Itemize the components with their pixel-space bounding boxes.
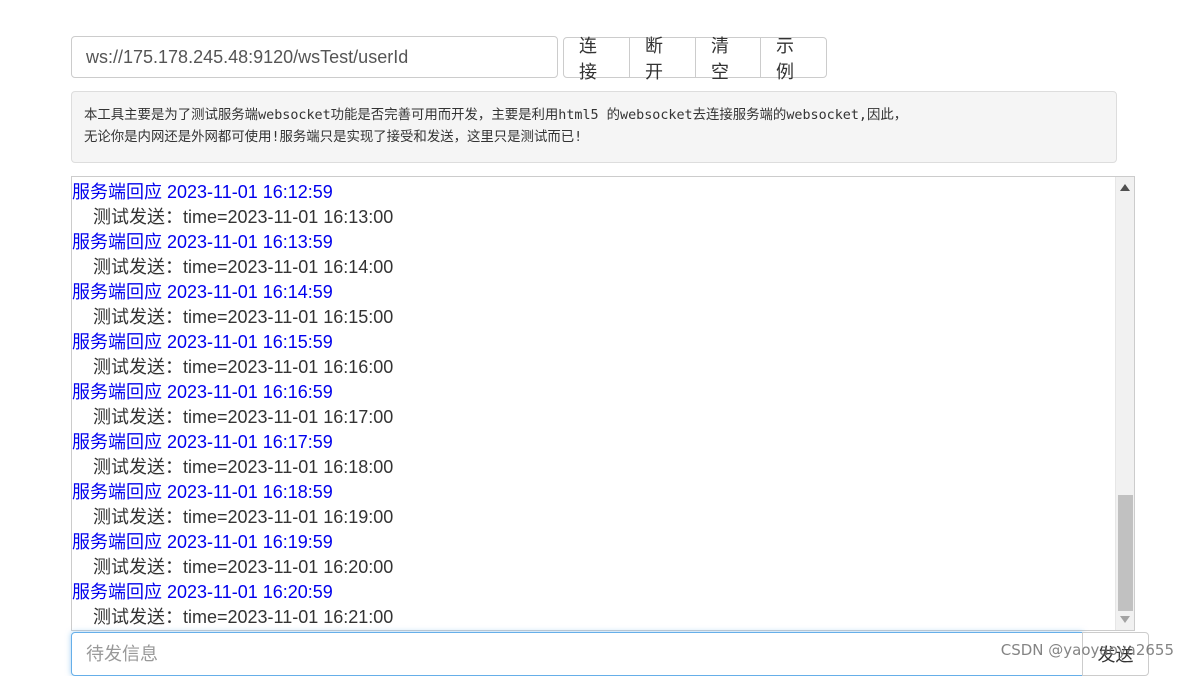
server-response-line: 服务端回应 2023-11-01 16:16:59 [72, 382, 333, 402]
csdn-watermark: CSDN @yaoyaoya2655 [1000, 641, 1174, 659]
example-button[interactable]: 示例 [760, 36, 827, 83]
sent-message-line: 测试发送：time=2023-11-01 16:14:00 [93, 257, 394, 277]
sent-message-line: 测试发送：time=2023-11-01 16:21:00 [93, 607, 394, 627]
server-response-line: 服务端回应 2023-11-01 16:17:59 [72, 432, 333, 452]
sent-message-line: 测试发送：time=2023-11-01 16:15:00 [93, 307, 394, 327]
connection-button-group: 连接 断开 清空 示例 [563, 36, 827, 83]
description-line-1: 本工具主要是为了测试服务端websocket功能是否完善可用而开发，主要是利用h… [84, 108, 908, 123]
tool-description-panel: 本工具主要是为了测试服务端websocket功能是否完善可用而开发，主要是利用h… [71, 91, 1117, 163]
server-response-line: 服务端回应 2023-11-01 16:12:59 [72, 182, 333, 202]
message-log-content: 服务端回应 2023-11-01 16:12:59 测试发送：time=2023-… [72, 180, 1114, 630]
sent-message-line: 测试发送：time=2023-11-01 16:20:00 [93, 557, 394, 577]
log-entry: 服务端回应 2023-11-01 16:14:59 测试发送：time=2023-… [72, 280, 1114, 330]
server-response-line: 服务端回应 2023-11-01 16:20:59 [72, 582, 333, 602]
server-response-line: 服务端回应 2023-11-01 16:15:59 [72, 332, 333, 352]
disconnect-button[interactable]: 断开 [629, 36, 696, 83]
scrollbar-thumb[interactable] [1118, 495, 1133, 611]
message-input[interactable] [71, 632, 1083, 676]
sent-message-line: 测试发送：time=2023-11-01 16:13:00 [93, 207, 394, 227]
scroll-down-arrow-icon[interactable] [1120, 616, 1130, 623]
log-entry: 服务端回应 2023-11-01 16:17:59 测试发送：time=2023-… [72, 430, 1114, 480]
clear-button[interactable]: 清空 [695, 36, 761, 83]
websocket-url-input[interactable] [71, 36, 558, 78]
log-entry: 服务端回应 2023-11-01 16:19:59 测试发送：time=2023-… [72, 530, 1114, 580]
server-response-line: 服务端回应 2023-11-01 16:19:59 [72, 532, 333, 552]
log-entry: 服务端回应 2023-11-01 16:13:59 测试发送：time=2023-… [72, 230, 1114, 280]
sent-message-line: 测试发送：time=2023-11-01 16:19:00 [93, 507, 394, 527]
sent-message-line: 测试发送：time=2023-11-01 16:17:00 [93, 407, 394, 427]
log-entry: 服务端回应 2023-11-01 16:15:59 测试发送：time=2023-… [72, 330, 1114, 380]
message-log[interactable]: 服务端回应 2023-11-01 16:12:59 测试发送：time=2023-… [71, 176, 1135, 631]
server-response-line: 服务端回应 2023-11-01 16:14:59 [72, 282, 333, 302]
log-scrollbar[interactable] [1115, 177, 1134, 630]
sent-message-line: 测试发送：time=2023-11-01 16:16:00 [93, 357, 394, 377]
connect-button[interactable]: 连接 [563, 36, 630, 83]
log-entry: 服务端回应 2023-11-01 16:18:59 测试发送：time=2023-… [72, 480, 1114, 530]
server-response-line: 服务端回应 2023-11-01 16:13:59 [72, 232, 333, 252]
log-entry: 服务端回应 2023-11-01 16:12:59 测试发送：time=2023-… [72, 180, 1114, 230]
description-line-2: 无论你是内网还是外网都可使用!服务端只是实现了接受和发送，这里只是测试而已! [84, 130, 583, 145]
log-entry: 服务端回应 2023-11-01 16:16:59 测试发送：time=2023-… [72, 380, 1114, 430]
sent-message-line: 测试发送：time=2023-11-01 16:18:00 [93, 457, 394, 477]
server-response-line: 服务端回应 2023-11-01 16:18:59 [72, 482, 333, 502]
log-entry: 服务端回应 2023-11-01 16:20:59 测试发送：time=2023-… [72, 580, 1114, 630]
scroll-up-arrow-icon[interactable] [1120, 184, 1130, 191]
